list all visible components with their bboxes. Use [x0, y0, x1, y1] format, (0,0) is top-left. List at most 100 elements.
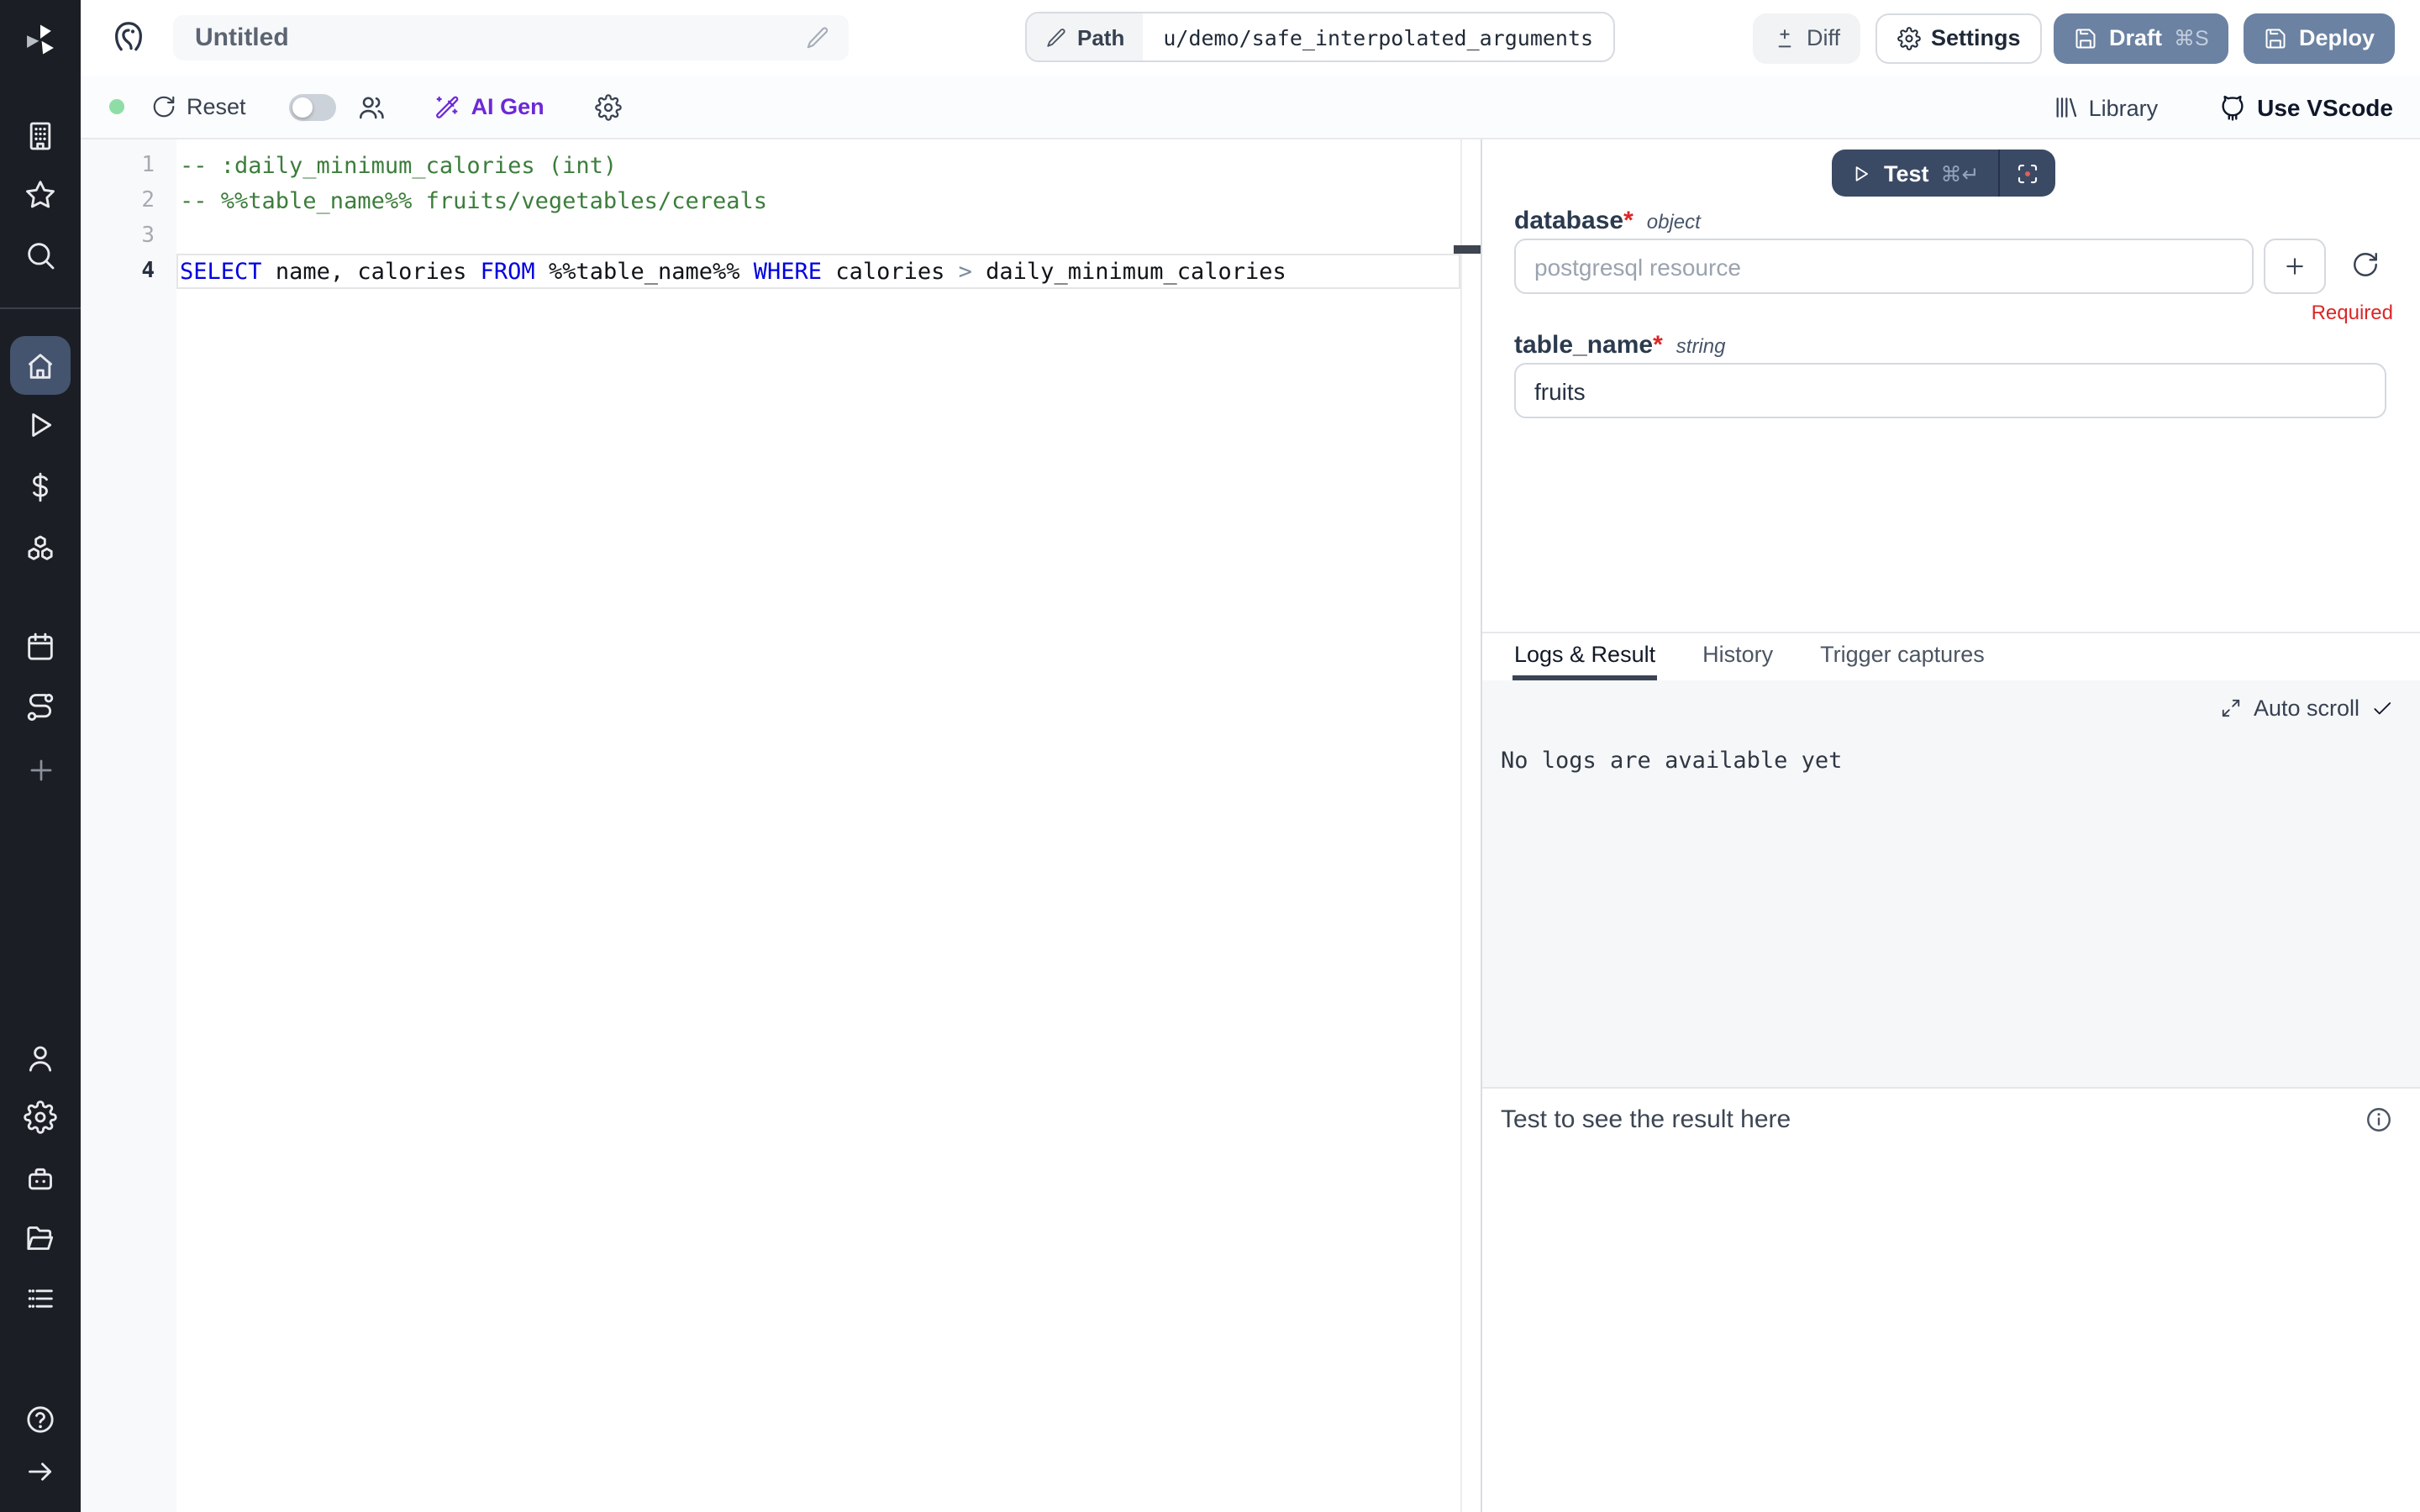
sidebar-item-account[interactable]	[0, 1028, 81, 1089]
result-placeholder: Test to see the result here	[1501, 1105, 1791, 1134]
status-dot	[109, 99, 124, 114]
library-icon	[2052, 94, 2079, 121]
code-token: -- :daily_minimum_calories (int)	[180, 152, 617, 179]
library-button[interactable]: Library	[2052, 94, 2159, 121]
code-token: WHERE	[754, 258, 822, 285]
sidebar-item-schedules[interactable]	[0, 617, 81, 677]
editor-settings-gear-icon[interactable]	[595, 93, 622, 120]
tab-trigger-captures[interactable]: Trigger captures	[1818, 633, 1986, 680]
script-title-box	[173, 15, 849, 60]
editor-scrollbar-track[interactable]	[1460, 139, 1462, 1512]
refresh-resource-button[interactable]	[2351, 250, 2380, 279]
required-error: Required	[2312, 301, 2393, 324]
field-name: table_name	[1514, 331, 1653, 360]
code-token: name, calories	[262, 258, 481, 285]
code-text: SELECT name, calories FROM %%table_name%…	[180, 258, 1286, 285]
sidebar-item-runs[interactable]	[0, 395, 81, 455]
result-tabs: Logs & Result History Trigger captures	[1482, 632, 2420, 680]
info-icon[interactable]	[2365, 1105, 2393, 1134]
line-number: 1	[81, 153, 155, 178]
code-line: 2 -- %%table_name%% fruits/vegetables/ce…	[81, 183, 1481, 218]
reset-icon	[151, 94, 176, 119]
test-label: Test	[1884, 160, 1929, 186]
sidebar-divider	[0, 307, 81, 309]
auto-scroll-toggle[interactable]: Auto scroll	[2220, 696, 2393, 721]
field-type: string	[1676, 334, 1726, 358]
tab-logs-result[interactable]: Logs & Result	[1512, 633, 1657, 680]
diff-icon	[1773, 26, 1797, 50]
sidebar-item-resources[interactable]	[0, 517, 81, 578]
edit-title-pencil-icon[interactable]	[805, 25, 830, 50]
reset-button[interactable]: Reset	[151, 94, 246, 119]
sidebar-item-triggers[interactable]	[0, 677, 81, 738]
code-token: -- %%table_name%% fruits/vegetables/cere…	[180, 187, 767, 214]
field-name: database	[1514, 207, 1623, 235]
add-resource-button[interactable]	[2264, 239, 2326, 294]
table-name-input[interactable]	[1514, 363, 2386, 418]
code-editor[interactable]: 1 -- :daily_minimum_calories (int) 2 -- …	[81, 139, 1481, 1512]
robot-icon	[24, 1163, 57, 1196]
capture-test-button[interactable]	[2000, 150, 2055, 197]
sidebar-item-folders[interactable]	[0, 1208, 81, 1268]
test-button[interactable]: Test ⌘↵	[1832, 150, 1998, 197]
test-button-group: Test ⌘↵	[1832, 150, 2055, 197]
code-token: FROM	[481, 258, 535, 285]
sidebar-item-search[interactable]	[0, 225, 81, 286]
code-token: >	[959, 258, 972, 285]
postgresql-icon	[109, 18, 148, 57]
star-icon	[24, 178, 57, 212]
path-chip[interactable]: Path u/demo/safe_interpolated_arguments	[1025, 12, 1615, 62]
list-icon	[24, 1282, 57, 1315]
sidebar-item-home[interactable]	[10, 336, 71, 395]
calendar-icon	[24, 630, 57, 664]
code-line: 1 -- :daily_minimum_calories (int)	[81, 148, 1481, 183]
sidebar-item-workspace[interactable]	[0, 106, 81, 166]
sidebar-item-create[interactable]	[0, 739, 81, 800]
use-vscode-label: Use VScode	[2257, 94, 2393, 121]
path-value: u/demo/safe_interpolated_arguments	[1143, 13, 1613, 60]
tab-history[interactable]: History	[1701, 633, 1775, 680]
gear-icon	[24, 1100, 57, 1134]
logs-pane: Auto scroll No logs are available yet	[1482, 680, 2420, 1087]
use-vscode-button[interactable]: Use VScode	[2218, 93, 2393, 122]
plus-icon	[2282, 254, 2307, 279]
sidebar-item-expand[interactable]	[0, 1441, 81, 1502]
required-asterisk: *	[1653, 331, 1663, 360]
arrow-right-icon	[24, 1455, 57, 1488]
path-chip-label: Path	[1027, 13, 1143, 60]
app-window: Path u/demo/safe_interpolated_arguments …	[0, 0, 2420, 1512]
collaborators-icon[interactable]	[357, 92, 387, 122]
draft-button[interactable]: Draft ⌘S	[2054, 13, 2229, 63]
code-line: 4 SELECT name, calories FROM %%table_nam…	[81, 254, 1481, 289]
sidebar-item-variables[interactable]	[0, 457, 81, 517]
dollar-icon	[24, 470, 57, 504]
diff-button[interactable]: Diff	[1753, 13, 1860, 63]
code-text: -- :daily_minimum_calories (int)	[180, 152, 617, 179]
required-asterisk: *	[1623, 207, 1634, 235]
script-title-input[interactable]	[195, 15, 750, 60]
database-input[interactable]	[1514, 239, 2254, 294]
result-pane: Test to see the result here	[1482, 1087, 2420, 1512]
test-shortcut: ⌘↵	[1941, 160, 1980, 186]
line-number: 4	[81, 259, 155, 284]
line-number: 2	[81, 188, 155, 213]
deploy-button[interactable]: Deploy	[2244, 13, 2395, 63]
sidebar-item-favorites[interactable]	[0, 165, 81, 225]
windmill-logo-icon	[22, 19, 59, 56]
settings-button[interactable]: Settings	[1876, 13, 2043, 63]
user-icon	[24, 1042, 57, 1075]
editor-gutter	[81, 139, 176, 1512]
sidebar-item-workers[interactable]	[0, 1149, 81, 1210]
field-type: object	[1647, 210, 1701, 234]
diff-label: Diff	[1807, 25, 1840, 50]
code-line: 3	[81, 218, 1481, 254]
reset-label: Reset	[187, 94, 246, 119]
windmill-logo[interactable]	[0, 7, 81, 69]
save-icon	[2074, 26, 2097, 50]
sidebar-item-audit-logs[interactable]	[0, 1268, 81, 1329]
diff-mode-toggle[interactable]	[290, 93, 337, 120]
library-label: Library	[2089, 95, 2159, 120]
field-label-database: database* object	[1514, 207, 1701, 235]
sidebar-item-settings[interactable]	[0, 1087, 81, 1147]
ai-gen-button[interactable]: AI Gen	[434, 93, 544, 120]
